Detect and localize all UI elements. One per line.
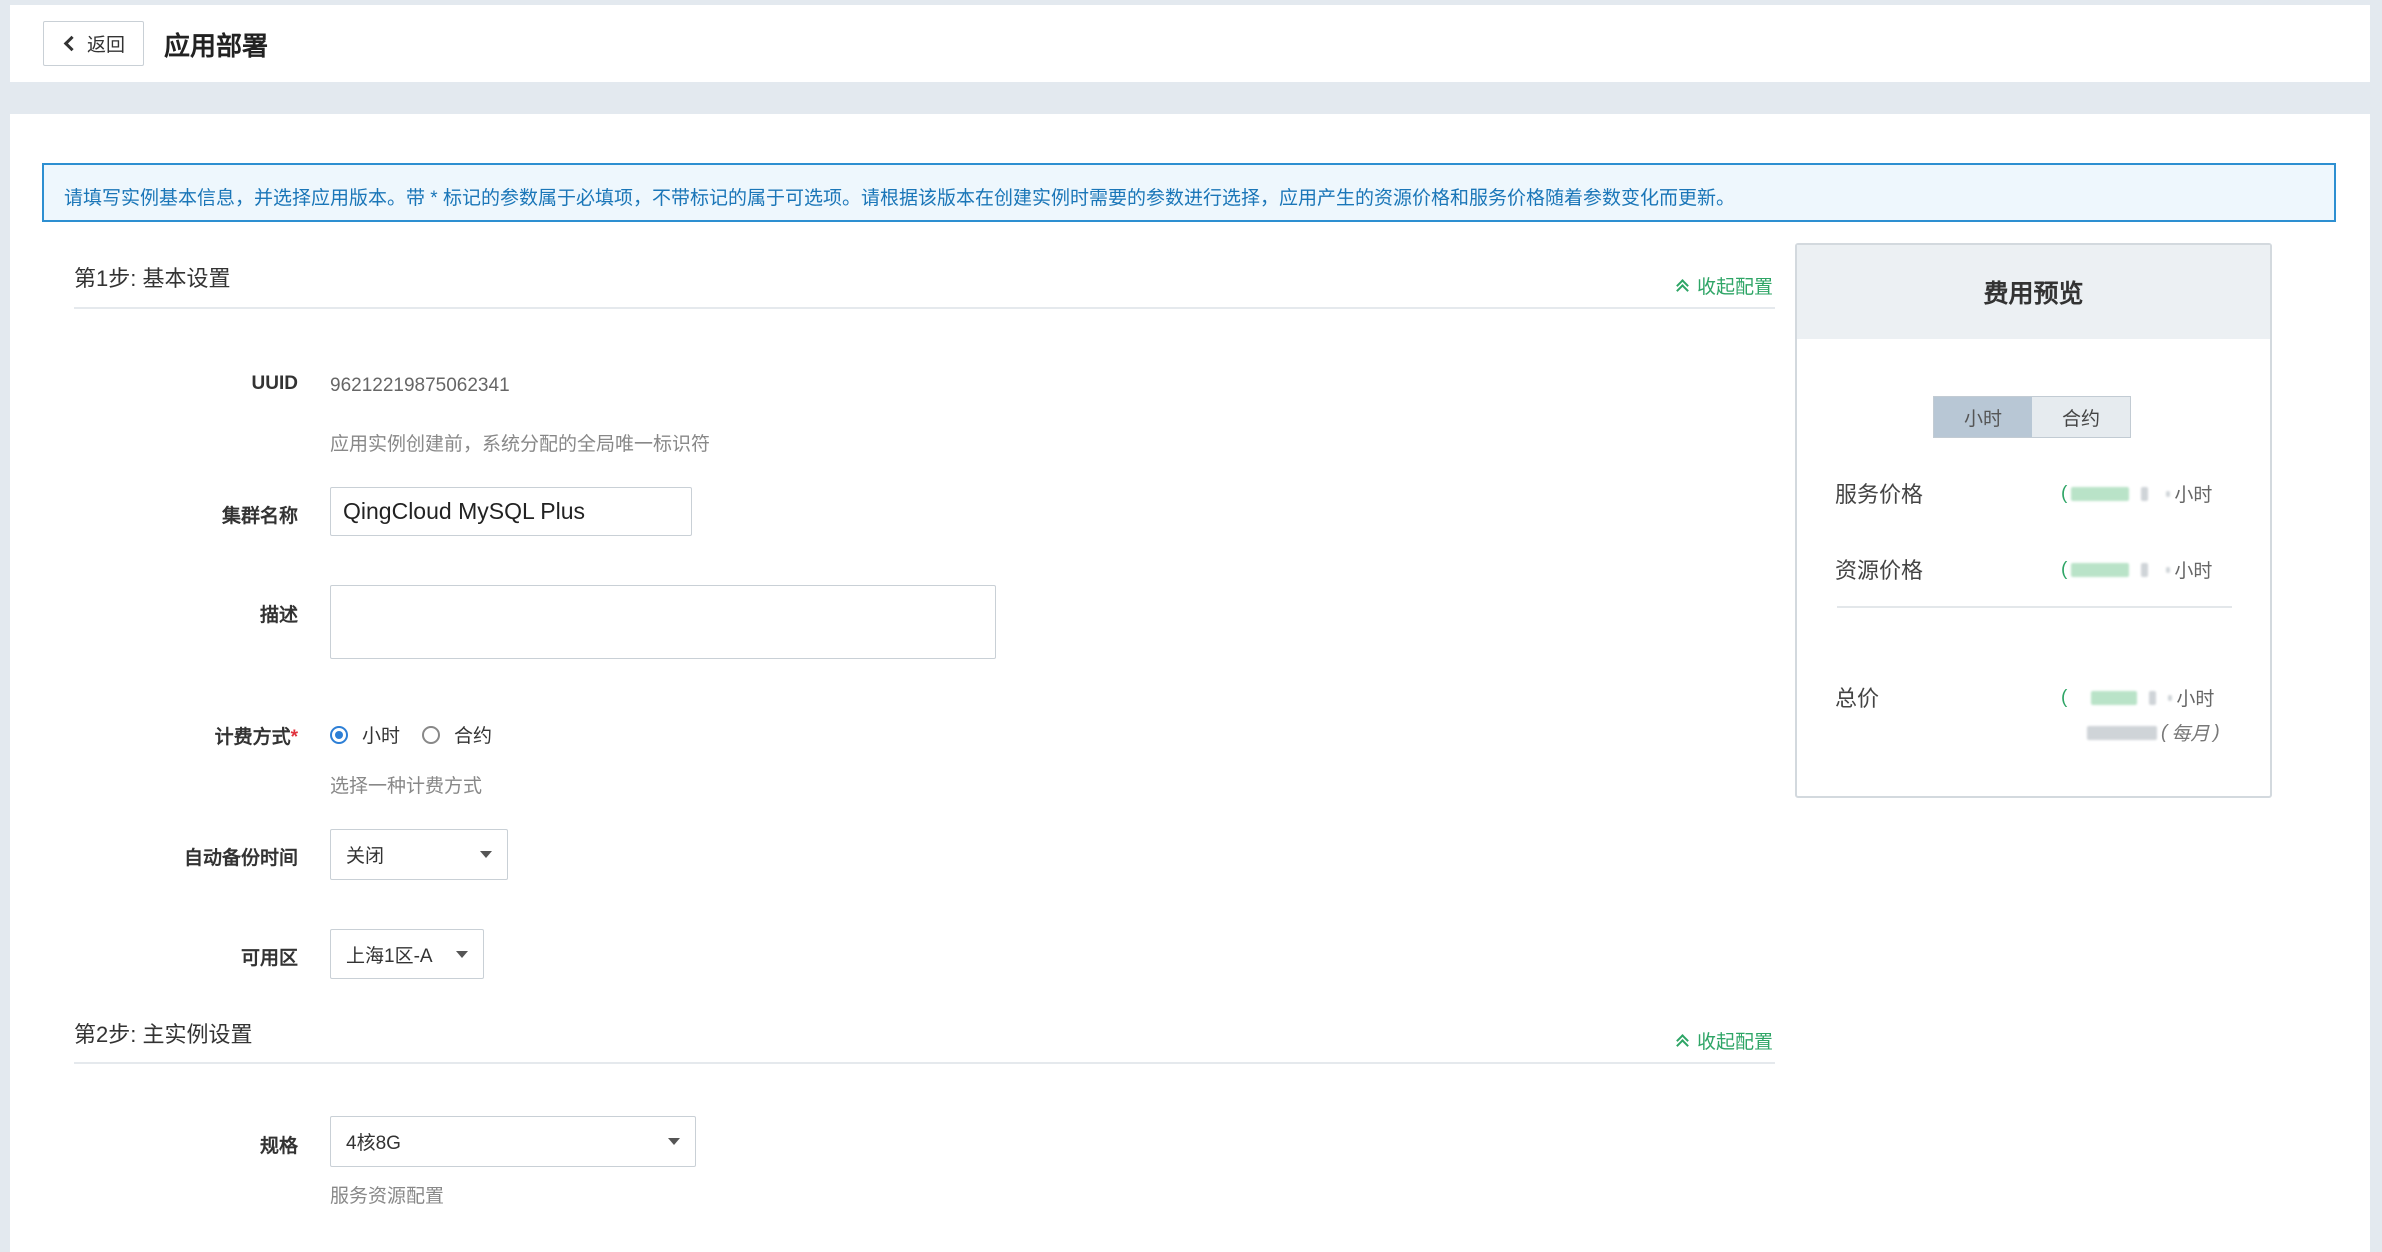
cluster-name-input[interactable]: QingCloud MySQL Plus (330, 487, 692, 536)
chevron-left-icon (63, 35, 80, 52)
fee-divider (1837, 606, 2232, 608)
redacted-price (2087, 725, 2157, 740)
price-paren: ( (2061, 482, 2068, 504)
redacted-price (2166, 490, 2171, 497)
spec-value: 4核8G (346, 1133, 401, 1154)
info-notice: 请填写实例基本信息，并选择应用版本。带 * 标记的参数属于必填项，不带标记的属于… (42, 163, 2336, 222)
step2-collapse-label: 收起配置 (1697, 1032, 1774, 1053)
step2-collapse-button[interactable]: 收起配置 (1675, 1027, 1773, 1054)
step2-title: 第2步: 主实例设置 (74, 1022, 253, 1047)
billing-option-hourly-label: 小时 (362, 726, 401, 747)
back-button-label: 返回 (86, 35, 125, 56)
total-price-label: 总价 (1835, 686, 1880, 711)
billing-label-text: 计费方式 (214, 727, 291, 748)
billing-radio-contract[interactable] (422, 725, 441, 744)
double-chevron-up-icon (1675, 279, 1689, 293)
redacted-price (2141, 486, 2149, 501)
uuid-hint: 应用实例创建前，系统分配的全局唯一标识符 (330, 434, 711, 455)
total-price-unit: 小时 (2176, 689, 2215, 710)
step1-divider (74, 307, 1775, 309)
monthly-suffix: 每月 (2171, 724, 2210, 745)
service-price-value: ( 小时 (2061, 480, 2212, 507)
fee-mode-toggle: 小时 合约 (1933, 396, 2131, 438)
billing-hint: 选择一种计费方式 (330, 776, 483, 797)
zone-select[interactable]: 上海1区-A (330, 929, 484, 979)
cluster-name-label: 集群名称 (221, 506, 298, 527)
description-label: 描述 (259, 605, 298, 626)
service-price-unit: 小时 (2174, 485, 2213, 506)
uuid-value: 96212219875062341 (330, 375, 510, 396)
billing-label: 计费方式* (78, 722, 298, 749)
spec-select[interactable]: 4核8G (330, 1116, 696, 1167)
page-title: 应用部署 (164, 31, 269, 61)
cluster-name-value: QingCloud MySQL Plus (343, 498, 586, 524)
resource-price-unit: 小时 (2174, 561, 2213, 582)
zone-label: 可用区 (240, 948, 298, 969)
redacted-price (2168, 694, 2173, 701)
fee-toggle-contract[interactable]: 合约 (2032, 397, 2130, 437)
double-chevron-up-icon (1675, 1034, 1689, 1048)
redacted-price (2141, 562, 2149, 577)
redacted-price (2166, 566, 2171, 573)
fee-toggle-hourly[interactable]: 小时 (1934, 397, 2032, 437)
caret-down-icon (480, 851, 492, 858)
step2-divider (74, 1062, 1775, 1064)
back-button[interactable]: 返回 (43, 21, 144, 66)
billing-option-contract-label: 合约 (454, 726, 493, 747)
total-price-value: ( 小时 (2061, 684, 2214, 711)
billing-radio-group: 小时 合约 (330, 721, 492, 748)
redacted-price (2149, 690, 2157, 705)
required-mark: * (290, 727, 298, 748)
service-price-label: 服务价格 (1835, 482, 1924, 507)
billing-radio-hourly[interactable] (330, 725, 348, 744)
price-paren: ( (2061, 686, 2068, 708)
zone-value: 上海1区-A (346, 945, 433, 967)
backup-label: 自动备份时间 (183, 848, 298, 869)
backup-value: 关闭 (346, 846, 385, 867)
redacted-price (2071, 562, 2130, 577)
description-input[interactable] (330, 585, 996, 659)
redacted-price (2071, 486, 2130, 501)
price-paren: ( (2061, 558, 2068, 580)
backup-select[interactable]: 关闭 (330, 829, 508, 880)
caret-down-icon (668, 1138, 680, 1145)
uuid-label: UUID (251, 373, 298, 394)
resource-price-value: ( 小时 (2061, 556, 2212, 583)
monthly-price-value: (每月) (2087, 719, 2220, 746)
step1-collapse-label: 收起配置 (1697, 277, 1774, 298)
redacted-price (2091, 690, 2138, 705)
resource-price-label: 资源价格 (1835, 558, 1924, 583)
fee-preview-panel: 费用预览 小时 合约 服务价格 ( 小时 资源价格 ( 小时 总价 ( 小时 (… (1795, 243, 2272, 798)
spec-label: 规格 (259, 1136, 298, 1157)
spec-hint: 服务资源配置 (330, 1186, 445, 1207)
step1-title: 第1步: 基本设置 (74, 266, 231, 291)
top-header (10, 5, 2370, 82)
fee-preview-title: 费用预览 (1797, 245, 2270, 339)
caret-down-icon (456, 950, 468, 958)
step1-collapse-button[interactable]: 收起配置 (1675, 272, 1773, 299)
